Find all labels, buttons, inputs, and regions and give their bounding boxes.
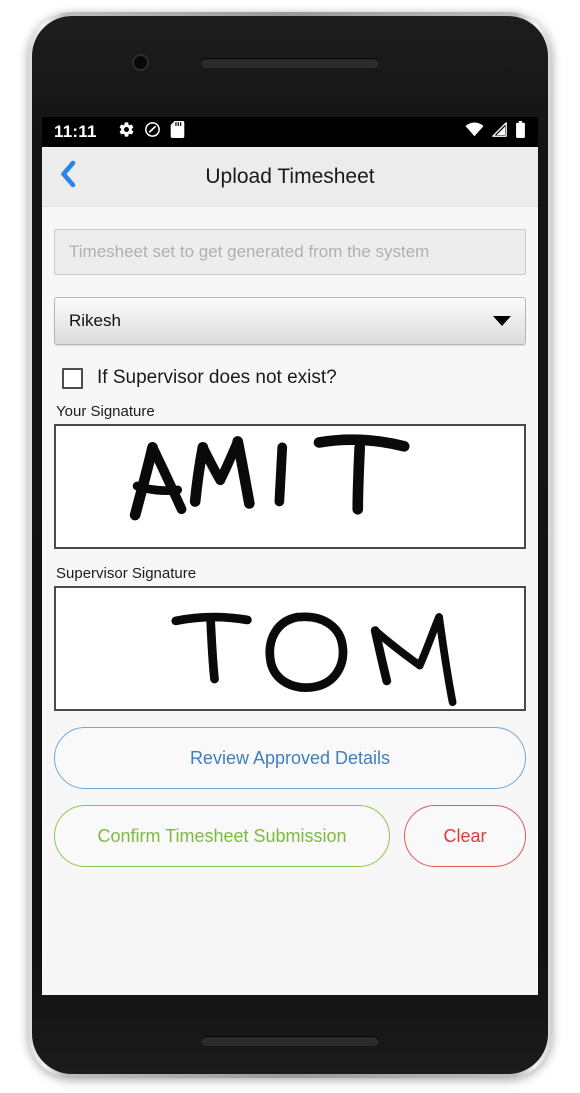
status-bar-clock: 11:11: [54, 122, 97, 141]
cellular-signal-icon: [491, 122, 508, 142]
gear-icon: [118, 121, 135, 143]
supervisor-select[interactable]: Rikesh: [54, 297, 526, 345]
your-signature-drawing: [129, 434, 410, 521]
status-bar-left-group: 11:11: [54, 121, 465, 143]
supervisor-signature-label: Supervisor Signature: [56, 565, 197, 582]
status-bar-right-group: [465, 121, 526, 143]
clear-button[interactable]: Clear: [404, 805, 526, 867]
do-not-disturb-icon: [144, 121, 161, 143]
earpiece-speaker: [201, 58, 379, 68]
confirm-timesheet-submission-button[interactable]: Confirm Timesheet Submission: [54, 805, 390, 867]
supervisor-select-value: Rikesh: [69, 311, 121, 330]
chevron-down-icon: [493, 316, 511, 326]
your-signature-label: Your Signature: [56, 403, 155, 420]
phone-body: 11:11 Upload Timesheet Timesheet set to …: [32, 16, 548, 1074]
supervisor-missing-checkbox-label: If Supervisor does not exist?: [97, 367, 337, 388]
back-button[interactable]: [42, 147, 94, 207]
supervisor-signature-drawing: [171, 612, 457, 707]
submit-row: Confirm Timesheet Submission Clear: [54, 805, 526, 867]
action-buttons: Review Approved Details Confirm Timeshee…: [54, 727, 526, 867]
supervisor-missing-checkbox-row[interactable]: If Supervisor does not exist?: [54, 359, 526, 397]
phone-screen: 11:11 Upload Timesheet Timesheet set to …: [42, 117, 538, 995]
supervisor-signature-pad[interactable]: [54, 586, 526, 711]
battery-icon: [515, 121, 526, 143]
form-content: Timesheet set to get generated from the …: [42, 207, 538, 995]
timesheet-input-placeholder: Timesheet set to get generated from the …: [69, 242, 430, 261]
page-title: Upload Timesheet: [205, 164, 375, 188]
supervisor-missing-checkbox[interactable]: [62, 367, 83, 389]
sd-card-icon: [170, 121, 185, 143]
chevron-left-icon: [58, 160, 78, 193]
bottom-speaker-grille: [201, 1036, 379, 1046]
review-approved-details-button[interactable]: Review Approved Details: [54, 727, 526, 789]
phone-frame: 11:11 Upload Timesheet Timesheet set to …: [28, 12, 552, 1078]
front-camera-icon: [132, 54, 149, 71]
timesheet-input[interactable]: Timesheet set to get generated from the …: [54, 229, 526, 275]
wifi-icon: [465, 122, 484, 142]
your-signature-pad[interactable]: [54, 424, 526, 549]
app-bar: Upload Timesheet: [42, 147, 538, 207]
status-bar: 11:11: [42, 117, 538, 147]
